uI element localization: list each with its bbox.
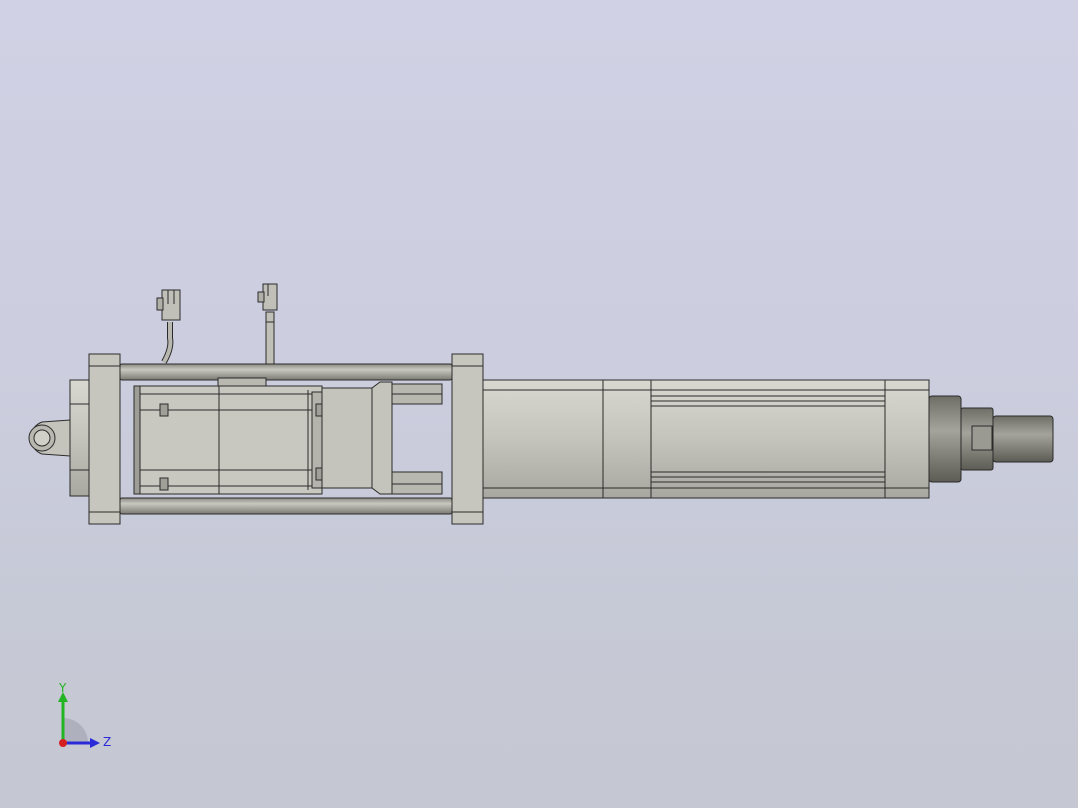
3d-viewport[interactable]: Y Z — [0, 0, 1078, 808]
x-axis-dot — [59, 739, 67, 747]
motor-connector-block — [217, 377, 267, 387]
servo-motor — [133, 385, 323, 495]
motor-power-cable — [156, 289, 181, 364]
z-axis-label: Z — [103, 735, 111, 749]
clevis-eye — [28, 419, 71, 457]
triad-quadrant — [63, 718, 88, 743]
tie-rod-bottom — [119, 497, 453, 515]
z-axis-arrow — [90, 738, 100, 748]
rear-flange-plate — [88, 353, 121, 525]
y-axis-label: Y — [58, 681, 67, 695]
actuator-model[interactable] — [0, 0, 1078, 808]
rear-end-cap — [69, 379, 91, 497]
actuator-tube — [482, 379, 930, 499]
piston-rod-end — [928, 395, 1054, 483]
front-flange-plate — [451, 353, 484, 525]
coupling-housing — [321, 381, 443, 495]
encoder-cable — [257, 283, 278, 365]
tie-rod-top — [119, 363, 453, 381]
axis-triad: Y Z — [58, 681, 111, 749]
